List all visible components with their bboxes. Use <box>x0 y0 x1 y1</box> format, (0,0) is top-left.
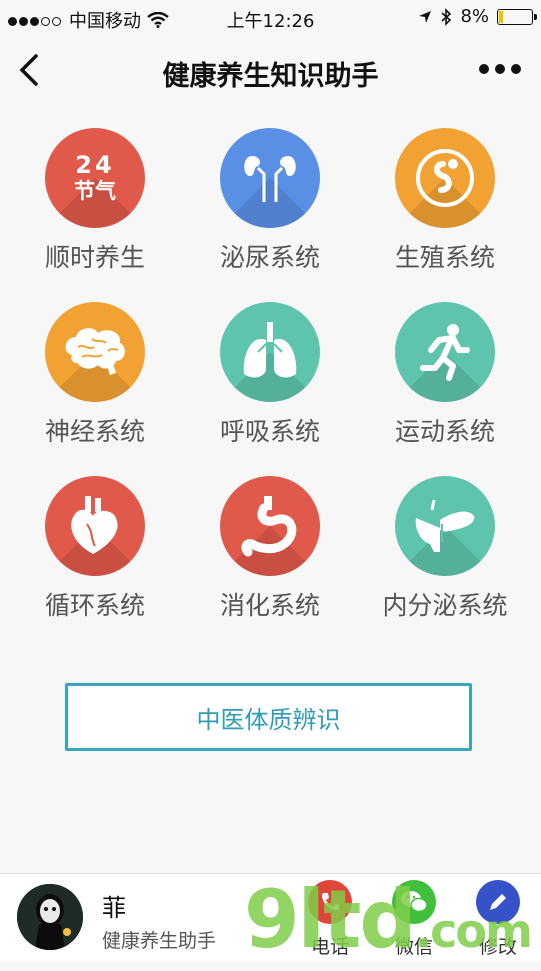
watermark-main: 9ltd <box>244 873 417 966</box>
status-right: 8% <box>418 6 537 27</box>
watermark-logo: 9ltd.com <box>244 880 533 971</box>
category-xunhuan[interactable]: 循环系统 <box>20 476 170 622</box>
runner-icon <box>395 302 495 402</box>
contact-name: 菲 <box>102 894 126 922</box>
category-label: 循环系统 <box>44 591 145 620</box>
category-label: 泌尿系统 <box>219 243 320 272</box>
category-label: 呼吸系统 <box>219 417 320 446</box>
category-label: 顺时养生 <box>44 243 145 272</box>
nav-bar: 健康养生知识助手 <box>0 36 541 106</box>
category-label: 神经系统 <box>44 417 145 446</box>
status-bar: 中国移动 上午12:26 8% <box>0 0 541 36</box>
battery-icon <box>497 8 537 25</box>
solar-terms-24-icon: 24 节气 <box>45 128 145 228</box>
watermark-suffix: .com <box>414 904 533 958</box>
category-huxi[interactable]: 呼吸系统 <box>195 302 345 448</box>
avatar[interactable] <box>17 884 83 950</box>
category-miniao[interactable]: 泌尿系统 <box>195 128 345 274</box>
category-neifenmi[interactable]: 内分泌系统 <box>370 476 520 622</box>
page-title: 健康养生知识助手 <box>162 61 379 92</box>
badge-top: 24 <box>75 151 115 179</box>
location-arrow-icon <box>419 10 432 23</box>
stomach-icon <box>220 476 320 576</box>
kidneys-icon <box>220 128 320 228</box>
category-label: 生殖系统 <box>394 243 495 272</box>
category-xiaohua[interactable]: 消化系统 <box>195 476 345 622</box>
tcm-constitution-button[interactable]: 中医体质辨识 <box>65 683 472 751</box>
category-yundong[interactable]: 运动系统 <box>370 302 520 448</box>
category-shunshi[interactable]: 24 节气 顺时养生 <box>20 128 170 274</box>
category-label: 内分泌系统 <box>382 591 508 620</box>
more-menu-icon[interactable] <box>479 64 521 74</box>
category-label: 运动系统 <box>394 417 495 446</box>
reproductive-icon <box>395 128 495 228</box>
battery-percent: 8% <box>460 6 489 27</box>
pancreas-icon <box>395 476 495 576</box>
badge-bottom: 节气 <box>74 179 116 203</box>
heart-icon <box>45 476 145 576</box>
lungs-icon <box>220 302 320 402</box>
brain-icon <box>45 302 145 402</box>
category-shengzhi[interactable]: 生殖系统 <box>370 128 520 274</box>
contact-subtitle: 健康养生助手 <box>102 930 217 952</box>
category-shenjing[interactable]: 神经系统 <box>20 302 170 448</box>
bluetooth-icon <box>441 7 452 26</box>
category-label: 消化系统 <box>219 591 320 620</box>
